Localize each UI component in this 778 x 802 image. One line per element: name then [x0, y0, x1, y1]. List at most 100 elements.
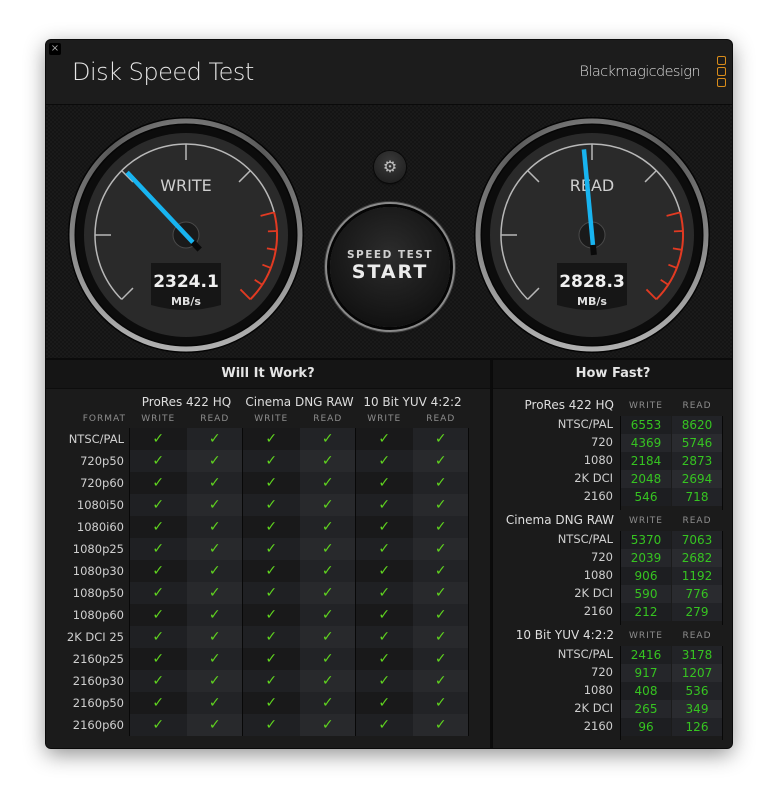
- gear-icon: ⚙: [382, 157, 398, 176]
- speed-row-label: 2K DCI: [574, 586, 613, 600]
- codec-group-header: ProRes 422 HQ: [141, 395, 232, 409]
- speed-row-label: 720: [591, 665, 613, 679]
- check-cell: ✓: [412, 450, 469, 472]
- speed-row-label: 2K DCI: [574, 471, 613, 485]
- check-cell: ✓: [412, 428, 469, 450]
- check-cell: ✓: [412, 494, 469, 516]
- close-button[interactable]: ×: [49, 43, 61, 55]
- check-cell: ✓: [299, 604, 356, 626]
- check-cell: ✓: [412, 648, 469, 670]
- check-cell: ✓: [186, 472, 243, 494]
- check-cell: ✓: [243, 648, 300, 670]
- speed-row-label: 720: [591, 435, 613, 449]
- speed-write-header: WRITE: [629, 631, 663, 641]
- check-cell: ✓: [412, 670, 469, 692]
- speed-row-label: 2160: [583, 489, 613, 503]
- speed-row-label: 720: [591, 550, 613, 564]
- gauge-needle-tail: [589, 244, 597, 256]
- speed-read-value: 776: [672, 585, 722, 603]
- blackmagic-logo-icon: [717, 56, 728, 89]
- check-cell: ✓: [412, 582, 469, 604]
- speed-read-header: READ: [682, 401, 712, 411]
- disk-speed-test-window: × Disk Speed Test Blackmagicdesign WRITE…: [46, 40, 732, 748]
- check-cell: ✓: [130, 648, 187, 670]
- speed-table-divider: [722, 416, 723, 510]
- check-cell: ✓: [186, 692, 243, 714]
- speed-write-value: 212: [621, 603, 671, 621]
- check-cell: ✓: [243, 538, 300, 560]
- check-cell: ✓: [356, 494, 413, 516]
- check-cell: ✓: [130, 450, 187, 472]
- format-row-label: 1080p50: [72, 586, 124, 600]
- speed-read-value: 349: [672, 700, 722, 718]
- gauge-label: WRITE: [160, 176, 212, 195]
- speed-row-label: 2160: [583, 604, 613, 618]
- check-cell: ✓: [130, 582, 187, 604]
- group-divider: [468, 428, 469, 736]
- check-cell: ✓: [356, 604, 413, 626]
- check-cell: ✓: [186, 582, 243, 604]
- start-button[interactable]: SPEED TEST START: [330, 207, 450, 327]
- settings-button[interactable]: ⚙: [374, 151, 406, 183]
- start-button-caption: SPEED TEST: [346, 249, 434, 261]
- check-cell: ✓: [412, 604, 469, 626]
- speed-table-divider: [620, 646, 621, 740]
- group-divider: [129, 428, 130, 736]
- speed-read-value: 5746: [672, 434, 722, 452]
- check-cell: ✓: [130, 538, 187, 560]
- check-cell: ✓: [243, 516, 300, 538]
- check-cell: ✓: [186, 714, 243, 736]
- gauge-unit: MB/s: [171, 295, 201, 308]
- check-cell: ✓: [299, 560, 356, 582]
- speed-table-divider: [620, 416, 621, 510]
- check-cell: ✓: [243, 428, 300, 450]
- check-cell: ✓: [243, 450, 300, 472]
- format-row-label: 1080i50: [76, 498, 124, 512]
- check-cell: ✓: [299, 450, 356, 472]
- speed-read-value: 279: [672, 603, 722, 621]
- format-row-label: 1080p60: [72, 608, 124, 622]
- speed-row-label: 1080: [583, 453, 613, 467]
- speed-table-divider: [620, 531, 621, 625]
- check-cell: ✓: [243, 494, 300, 516]
- speed-row-label: 2160: [583, 719, 613, 733]
- brand-name: Blackmagicdesign: [579, 64, 701, 80]
- check-cell: ✓: [186, 604, 243, 626]
- format-row-label: NTSC/PAL: [68, 432, 124, 446]
- format-row-label: 720p60: [80, 476, 124, 490]
- format-row-label: 1080p25: [72, 542, 124, 556]
- read-column-header: READ: [426, 414, 456, 424]
- check-cell: ✓: [130, 428, 187, 450]
- speed-row-label: NTSC/PAL: [557, 647, 613, 661]
- speed-write-header: WRITE: [629, 401, 663, 411]
- check-cell: ✓: [356, 582, 413, 604]
- speed-write-value: 2416: [621, 646, 671, 664]
- check-cell: ✓: [243, 670, 300, 692]
- check-cell: ✓: [130, 626, 187, 648]
- close-icon: ×: [50, 43, 60, 54]
- check-cell: ✓: [299, 494, 356, 516]
- speed-read-value: 126: [672, 718, 722, 736]
- check-cell: ✓: [186, 670, 243, 692]
- format-header: FORMAT: [82, 414, 126, 424]
- check-cell: ✓: [299, 582, 356, 604]
- check-cell: ✓: [412, 714, 469, 736]
- format-row-label: 2160p50: [72, 696, 124, 710]
- gauge-panel: WRITE 2324.1 MB/s ⚙ SPEED TEST START READ 2…: [46, 104, 732, 359]
- check-cell: ✓: [356, 692, 413, 714]
- speed-group-title: 10 Bit YUV 4:2:2: [515, 628, 614, 642]
- gauge-label: READ: [570, 176, 615, 195]
- check-cell: ✓: [243, 692, 300, 714]
- speed-write-value: 4369: [621, 434, 671, 452]
- check-cell: ✓: [186, 450, 243, 472]
- write-gauge: WRITE 2324.1 MB/s: [68, 117, 304, 353]
- speed-row-label: NTSC/PAL: [557, 532, 613, 546]
- format-row-label: 1080i60: [76, 520, 124, 534]
- speed-row-label: NTSC/PAL: [557, 417, 613, 431]
- how-fast-panel: How Fast? ProRes 422 HQ WRITE READ NTSC/PAL…: [492, 360, 732, 748]
- check-cell: ✓: [299, 538, 356, 560]
- speed-write-header: WRITE: [629, 516, 663, 526]
- speed-write-value: 546: [621, 488, 671, 506]
- speed-write-value: 2039: [621, 549, 671, 567]
- speed-row-label: 1080: [583, 568, 613, 582]
